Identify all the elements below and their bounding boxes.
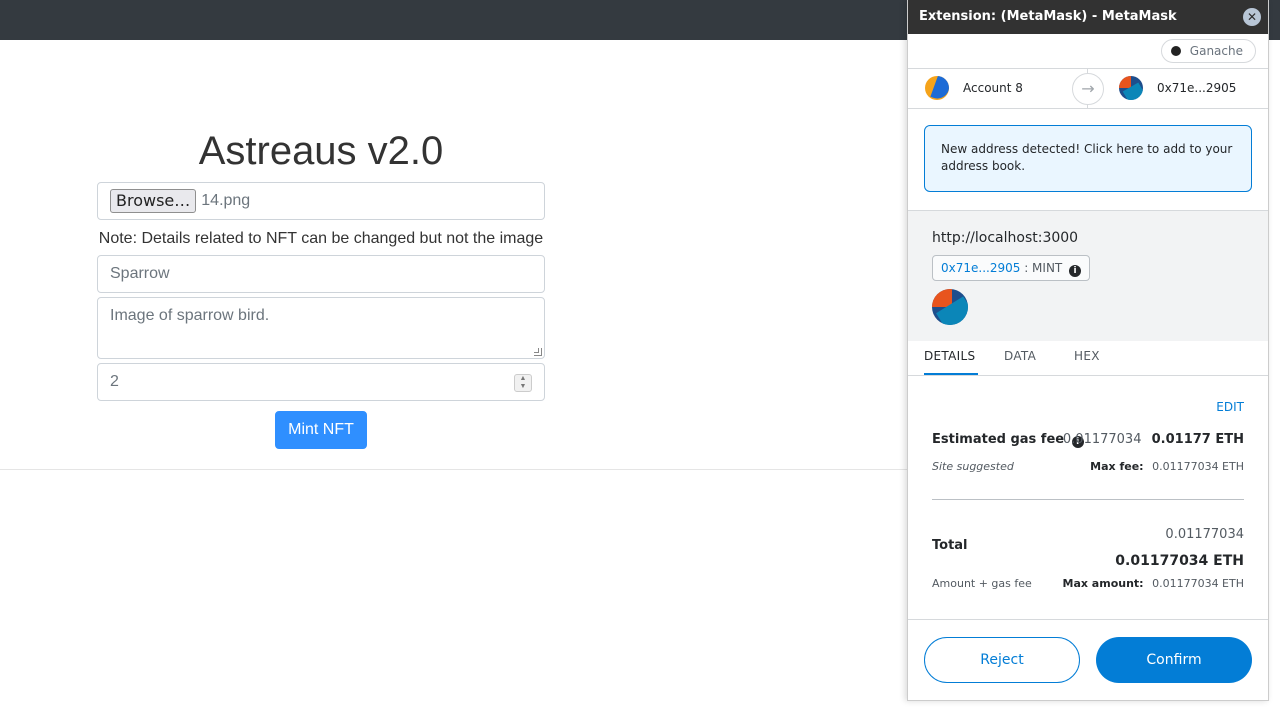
divider bbox=[932, 499, 1244, 500]
total-amount-secondary: 0.01177034 bbox=[1165, 527, 1244, 542]
quantity-value: 2 bbox=[110, 373, 119, 390]
max-fee-label: Max fee: bbox=[1090, 460, 1144, 473]
gas-fee-value: 0.01177034 0.01177 ETH bbox=[1063, 432, 1244, 447]
selected-file-name: 14.png bbox=[201, 192, 251, 209]
quantity-stepper[interactable]: ▲ ▼ bbox=[514, 374, 532, 392]
quantity-input[interactable]: 2 ▲ ▼ bbox=[97, 363, 545, 401]
resize-handle[interactable] bbox=[534, 348, 542, 356]
page-title: Astreaus v2.0 bbox=[198, 129, 444, 173]
gas-fee-secondary: 0.01177034 bbox=[1062, 432, 1142, 447]
max-fee-value: 0.01177034 ETH bbox=[1152, 460, 1244, 473]
method-name: : MINT bbox=[1024, 261, 1063, 275]
to-account-address[interactable]: 0x71e...2905 bbox=[1157, 81, 1236, 95]
image-note: Note: Details related to NFT can be chan… bbox=[98, 230, 544, 247]
from-account-avatar bbox=[925, 76, 949, 100]
edit-gas-link[interactable]: EDIT bbox=[1216, 400, 1244, 414]
to-account-avatar bbox=[1119, 76, 1143, 100]
amount-plus-gas-label: Amount + gas fee bbox=[932, 577, 1032, 590]
popup-titlebar: Extension: (MetaMask) - MetaMask Notific… bbox=[908, 0, 1268, 58]
sender-recipient-row: Account 8 → 0x71e...2905 bbox=[908, 68, 1268, 109]
details-panel: EDIT Estimated gas fee i 0.01177034 0.01… bbox=[908, 376, 1268, 621]
max-amount-label: Max amount: bbox=[1062, 577, 1144, 590]
description-text: Image of sparrow bird. bbox=[110, 307, 270, 324]
method-chip[interactable]: 0x71e...2905 : MINT i bbox=[932, 255, 1091, 281]
gas-fee-label-text: Estimated gas fee bbox=[932, 432, 1065, 447]
page-divider bbox=[0, 469, 907, 470]
confirm-button[interactable]: Confirm bbox=[1096, 637, 1252, 683]
reject-button[interactable]: Reject bbox=[924, 637, 1080, 683]
network-selector[interactable]: Ganache bbox=[1160, 39, 1256, 63]
info-icon[interactable]: i bbox=[1069, 265, 1082, 277]
mint-nft-button[interactable]: Mint NFT bbox=[275, 411, 367, 449]
new-address-notice[interactable]: New address detected! Click here to add … bbox=[924, 125, 1252, 192]
network-row: Ganache bbox=[908, 34, 1268, 68]
from-account-name[interactable]: Account 8 bbox=[963, 81, 1023, 95]
mint-form: Astreaus v2.0 Browse… 14.png Note: Detai… bbox=[97, 125, 545, 449]
tab-details[interactable]: DETAILS bbox=[924, 341, 978, 375]
tab-hex[interactable]: HEX bbox=[1074, 341, 1100, 375]
nft-description-textarea[interactable]: Image of sparrow bird. bbox=[97, 297, 545, 359]
arrow-right-icon: → bbox=[1072, 73, 1104, 105]
network-dot-icon bbox=[1170, 46, 1181, 56]
tab-bar: DETAILS DATA HEX bbox=[908, 341, 1268, 376]
metamask-popup: Extension: (MetaMask) - MetaMask Notific… bbox=[907, 0, 1269, 701]
total-label: Total bbox=[932, 538, 968, 553]
max-amount: Max amount: 0.01177034 ETH bbox=[1063, 577, 1244, 590]
site-suggested-label: Site suggested bbox=[932, 460, 1014, 473]
close-icon[interactable]: ✕ bbox=[1243, 8, 1261, 26]
origin-url: http://localhost:3000 bbox=[932, 230, 1079, 246]
transaction-origin-panel: http://localhost:3000 0x71e...2905 : MIN… bbox=[908, 210, 1268, 341]
network-name: Ganache bbox=[1189, 44, 1243, 58]
tab-data[interactable]: DATA bbox=[1004, 341, 1036, 375]
action-footer: Reject Confirm bbox=[908, 619, 1268, 700]
gas-fee-primary: 0.01177 ETH bbox=[1151, 432, 1244, 447]
gas-fee-label: Estimated gas fee i bbox=[932, 432, 1084, 448]
nft-name-input[interactable]: Sparrow bbox=[97, 255, 545, 293]
total-eth: 0.01177034 ETH bbox=[1115, 553, 1244, 569]
max-fee: Max fee: 0.01177034 ETH bbox=[1090, 460, 1244, 473]
file-input[interactable]: Browse… 14.png bbox=[97, 182, 545, 220]
max-amount-value: 0.01177034 ETH bbox=[1152, 577, 1244, 590]
contract-address[interactable]: 0x71e...2905 bbox=[941, 261, 1020, 275]
browse-button[interactable]: Browse… bbox=[110, 189, 197, 213]
contract-avatar bbox=[932, 289, 968, 325]
